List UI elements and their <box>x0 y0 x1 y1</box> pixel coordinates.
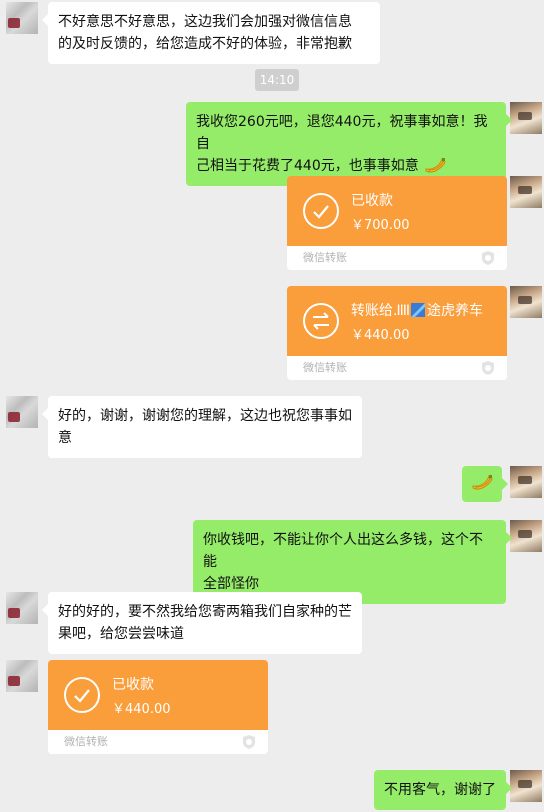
message-text: 的及时反馈的，给您造成不好的体验，非常抱歉 <box>58 36 352 52</box>
avatar-merchant[interactable] <box>6 660 38 692</box>
avatar-self[interactable] <box>510 520 542 552</box>
transfer-card-sent[interactable]: 转账给.IIII 途虎养车 ￥440.00 微信转账 <box>287 286 507 380</box>
avatar-merchant[interactable] <box>6 396 38 428</box>
message-text: 己相当于花费了440元，也事事如意 <box>196 158 419 174</box>
app-logo-icon <box>410 303 425 317</box>
message-text: 好的好的，要不然我给您寄两箱我们自家种的芒 <box>58 604 352 620</box>
message-bubble-left[interactable]: 好的好的，要不然我给您寄两箱我们自家种的芒 果吧，给您尝尝味道 <box>42 592 362 654</box>
avatar-merchant[interactable] <box>6 2 38 34</box>
message-bubble-left[interactable]: 好的，谢谢，谢谢您的理解，这边也祝您事事如 意 <box>42 396 362 458</box>
transfer-status: 已收款 <box>351 193 393 209</box>
blurred-name: .IIII <box>393 303 410 319</box>
message-text: 不好意思不好意思，这边我们会加强对微信信息 <box>58 14 352 30</box>
message-bubble-left[interactable]: 不好意思不好意思，这边我们会加强对微信信息 的及时反馈的，给您造成不好的体验，非… <box>42 2 380 64</box>
transfer-card-received[interactable]: 已收款 ￥700.00 微信转账 <box>287 176 507 270</box>
avatar-self[interactable] <box>510 102 542 134</box>
message-text: 不用客气，谢谢了 <box>384 782 496 798</box>
message-text: 我收您260元吧，退您440元，祝事事如意！我自 <box>196 114 488 152</box>
avatar-merchant[interactable] <box>6 592 38 624</box>
message-text: 果吧，给您尝尝味道 <box>58 626 184 642</box>
transfer-status: 已收款 <box>112 677 154 693</box>
message-text: 你收钱吧，不能让你个人出这么多钱，这个不能 <box>203 532 483 570</box>
timestamp: 14:10 <box>255 69 299 91</box>
banana-icon <box>425 158 446 173</box>
message-bubble-right[interactable]: 不用客气，谢谢了 <box>374 770 512 810</box>
message-text: 意 <box>58 430 72 446</box>
shield-icon <box>243 735 255 749</box>
shield-icon <box>482 361 494 375</box>
message-text: 好的，谢谢，谢谢您的理解，这边也祝您事事如 <box>58 408 352 424</box>
message-bubble-right[interactable]: 我收您260元吧，退您440元，祝事事如意！我自 己相当于花费了440元，也事事… <box>186 102 512 186</box>
transfer-status: 转账给.IIII 途虎养车 <box>351 303 483 319</box>
transfer-footer: 微信转账 <box>303 251 347 264</box>
avatar-self[interactable] <box>510 176 542 208</box>
avatar-self[interactable] <box>510 286 542 318</box>
message-bubble-right[interactable] <box>462 466 508 502</box>
transfer-arrows-icon <box>303 303 339 339</box>
avatar-self[interactable] <box>510 466 542 498</box>
transfer-amount: ￥700.00 <box>351 218 410 233</box>
transfer-amount: ￥440.00 <box>351 328 410 343</box>
transfer-card-received[interactable]: 已收款 ￥440.00 微信转账 <box>48 660 268 754</box>
check-circle-icon <box>303 193 339 229</box>
check-circle-icon <box>64 677 100 713</box>
transfer-amount: ￥440.00 <box>112 702 171 717</box>
avatar-self[interactable] <box>510 770 542 802</box>
transfer-footer: 微信转账 <box>303 361 347 374</box>
banana-icon <box>472 475 493 490</box>
transfer-footer: 微信转账 <box>64 735 108 748</box>
shield-icon <box>482 251 494 265</box>
